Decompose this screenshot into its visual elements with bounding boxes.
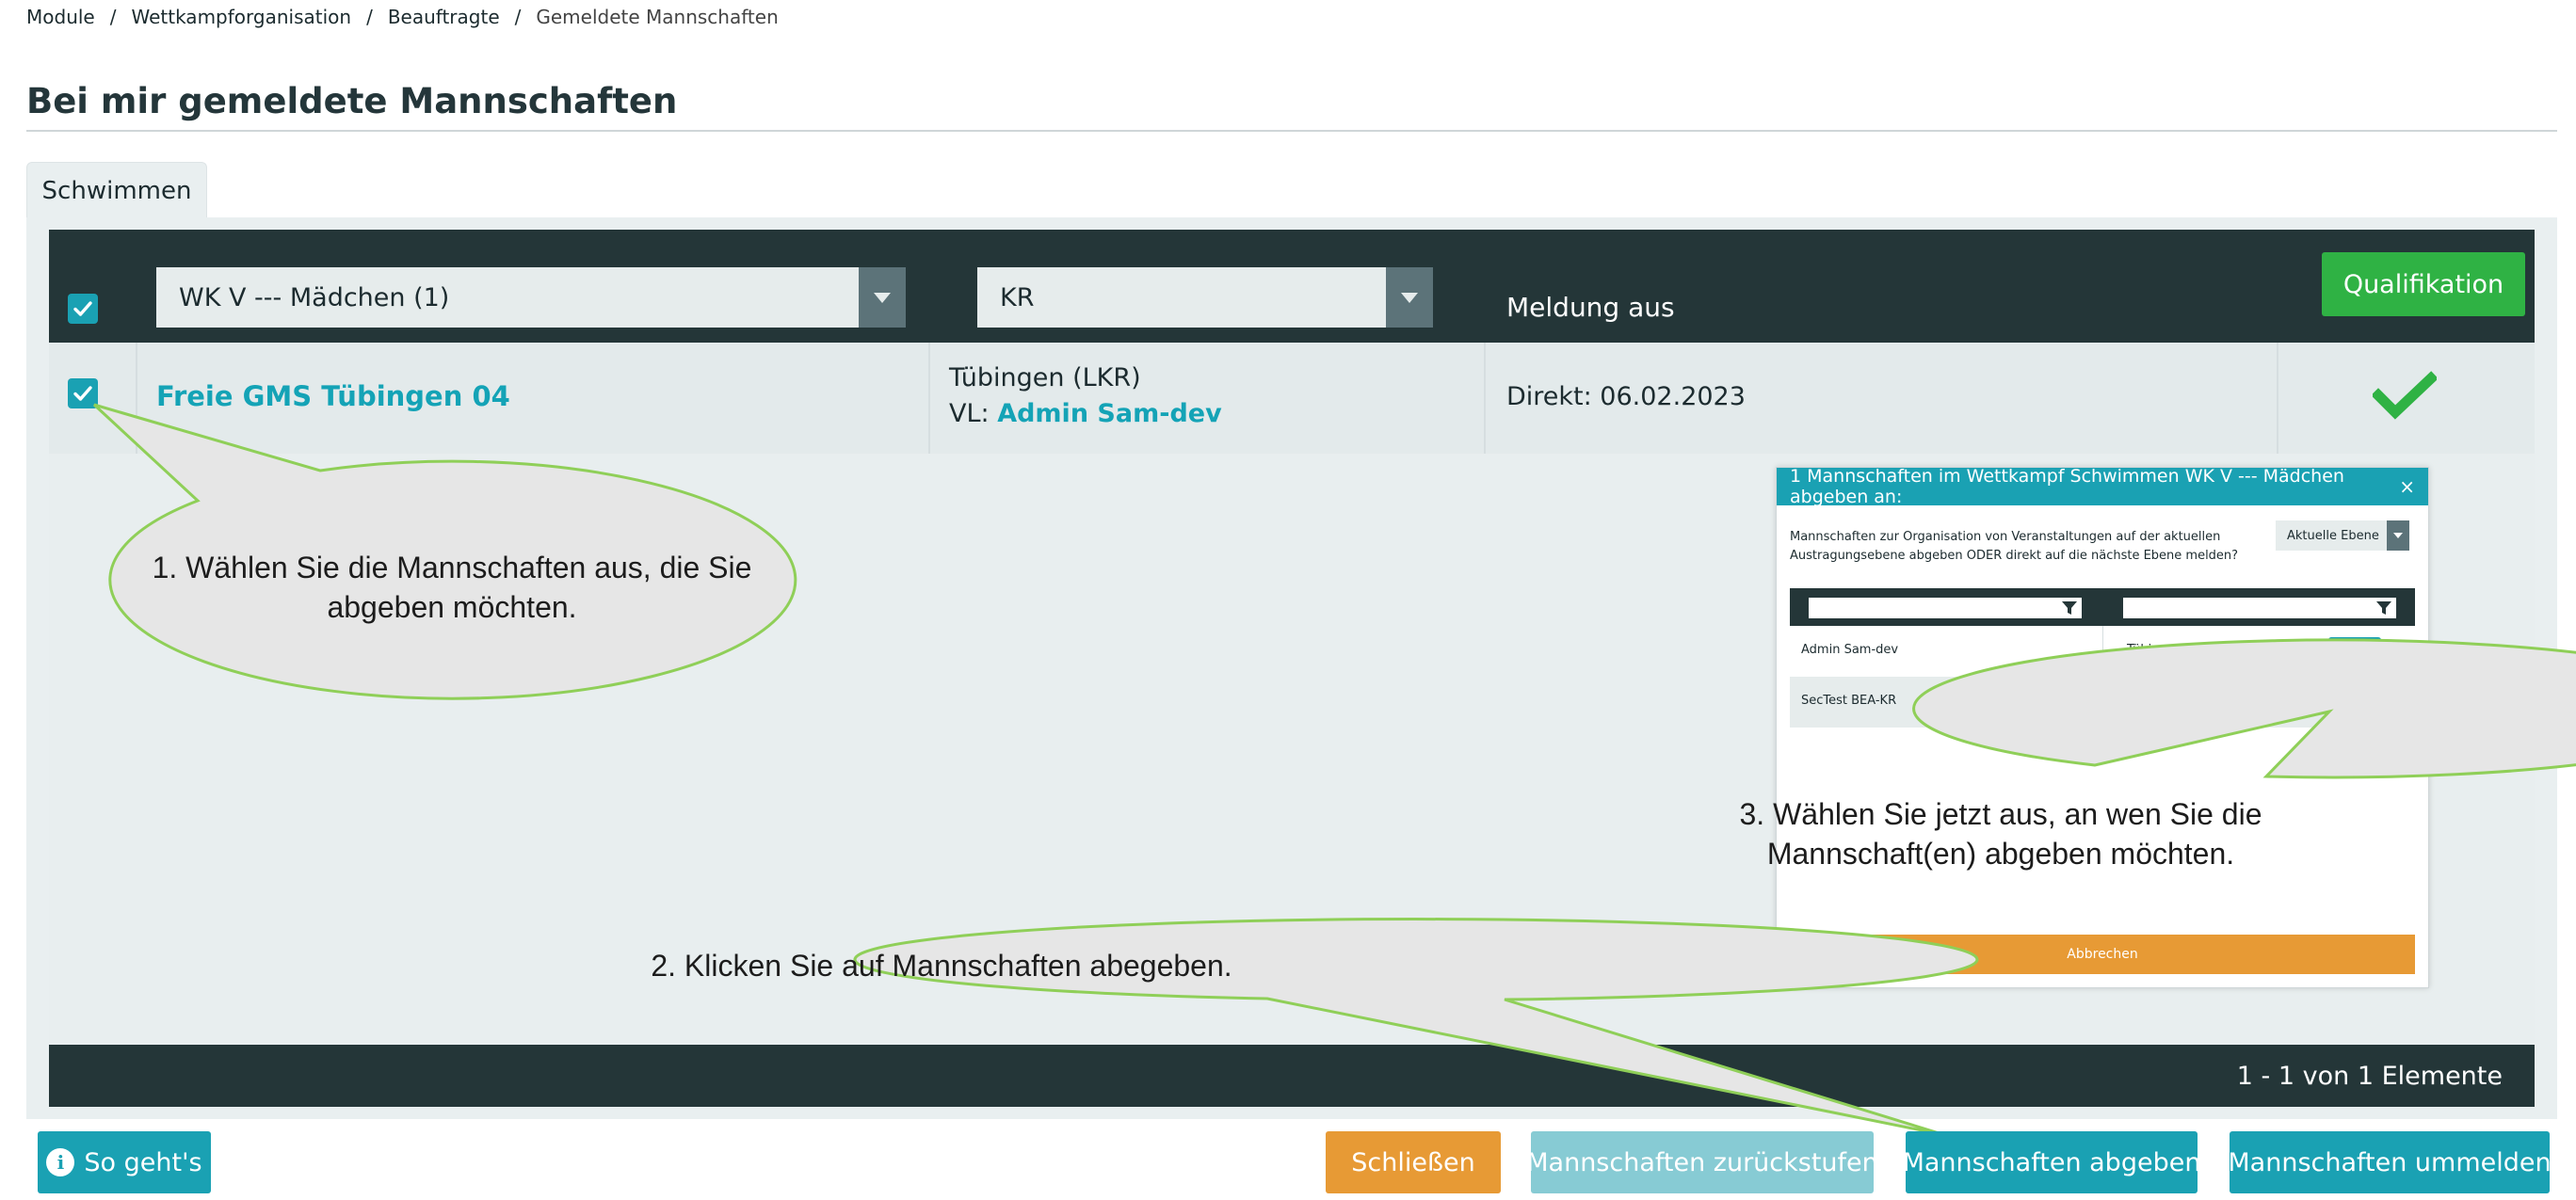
column-divider (136, 343, 137, 454)
dialog-filter-input[interactable] (1809, 598, 2082, 618)
callout-step1: 1. Wählen Sie die Mannschaften aus, die … (104, 548, 800, 627)
callout-step3: 3. Wählen Sie jetzt aus, an wen Sie die … (1582, 794, 2420, 873)
select-all-checkbox[interactable] (68, 294, 98, 324)
reregister-teams-button[interactable]: Mannschaften ummelden (2228, 1131, 2552, 1193)
check-icon (2347, 696, 2362, 707)
downgrade-teams-button[interactable]: Mannschaften zurückstufen (1526, 1131, 1878, 1193)
competition-filter-select[interactable]: WK V --- Mädchen (1) (156, 267, 906, 328)
qualification-button[interactable]: Qualifikation (2322, 252, 2525, 316)
dialog-row-region: Tübingen (LKR) (2127, 643, 2220, 657)
check-icon (73, 386, 92, 401)
row-checkbox[interactable] (68, 378, 98, 408)
dialog-row: SecTest BEA-KR Stuttgart (Stadt) (1790, 677, 2415, 728)
dialog-row-toggle[interactable] (2328, 637, 2381, 664)
callout-step1-line1: 1. Wählen Sie die Mannschaften aus, die … (152, 551, 752, 584)
dialog-title: 1 Mannschaften im Wettkampf Schwimmen WK… (1777, 466, 2428, 507)
dialog-row-name: Admin Sam-dev (1801, 643, 1899, 657)
column-divider (1484, 343, 1486, 454)
checkmark-icon (2373, 371, 2437, 420)
dialog-level-value: Aktuelle Ebene (2287, 528, 2379, 543)
breadcrumb-separator: / (514, 6, 522, 28)
handover-dialog-screenshot: 1 Mannschaften im Wettkampf Schwimmen WK… (1776, 466, 2429, 988)
dialog-row-toggle[interactable] (2328, 688, 2381, 714)
vl-link[interactable]: Admin Sam-dev (997, 399, 1221, 428)
chevron-down-icon[interactable] (859, 267, 906, 328)
breadcrumb-wettkampforganisation[interactable]: Wettkampforganisation (131, 6, 351, 28)
page-title: Bei mir gemeldete Mannschaften (26, 81, 678, 121)
dialog-row: Admin Sam-dev Tübingen (LKR) (1790, 626, 2415, 677)
dialog-row-name: SecTest BEA-KR (1801, 694, 1897, 708)
column-divider (2102, 626, 2103, 677)
title-divider (26, 130, 2557, 132)
callout-step1-line2: abgeben möchten. (327, 590, 577, 624)
dialog-row-region: Stuttgart (Stadt) (2127, 694, 2229, 708)
breadcrumb-separator: / (109, 6, 117, 28)
check-icon (2347, 645, 2362, 656)
meldung-value: Direkt: 06.02.2023 (1506, 382, 1746, 411)
tab-schwimmen[interactable]: Schwimmen (26, 162, 207, 218)
callout-step2: 2. Klicken Sie auf Mannschaften abegeben… (651, 949, 1232, 983)
team-region: Tübingen (LKR) (949, 363, 1141, 392)
callout-step3-line1: 3. Wählen Sie jetzt aus, an wen Sie die (1739, 797, 2262, 831)
close-icon[interactable]: × (2399, 475, 2415, 498)
column-divider (2277, 343, 2278, 454)
filter-icon[interactable] (2061, 600, 2078, 616)
team-vl: VL: Admin Sam-dev (949, 399, 1222, 428)
column-divider (2102, 677, 2103, 728)
info-icon: i (46, 1148, 75, 1176)
dialog-cancel-button[interactable]: Abbrechen (1790, 935, 2415, 974)
callout-step3-line2: Mannschaft(en) abgeben möchten. (1766, 837, 2235, 871)
level-filter-select[interactable]: KR (977, 267, 1433, 328)
close-button[interactable]: Schließen (1326, 1131, 1501, 1193)
help-button-label: So geht's (84, 1147, 202, 1177)
grid-pager: 1 - 1 von 1 Elemente (49, 1045, 2535, 1107)
submit-teams-button[interactable]: Mannschaften abgeben (1903, 1131, 2200, 1193)
column-divider (928, 343, 930, 454)
breadcrumb-module[interactable]: Module (26, 6, 95, 28)
team-link[interactable]: Freie GMS Tübingen 04 (156, 380, 510, 412)
filter-icon[interactable] (2375, 600, 2392, 616)
check-icon (73, 301, 92, 316)
chevron-down-icon[interactable] (2387, 520, 2409, 551)
pager-text: 1 - 1 von 1 Elemente (2236, 1061, 2503, 1091)
dialog-filter-input[interactable] (2123, 598, 2396, 618)
competition-filter-value: WK V --- Mädchen (1) (179, 282, 450, 312)
vl-prefix: VL: (949, 399, 998, 428)
column-header-meldung: Meldung aus (1506, 292, 1675, 323)
dialog-grid-header (1790, 588, 2415, 626)
dialog-title-text: 1 Mannschaften im Wettkampf Schwimmen WK… (1790, 466, 2344, 507)
level-filter-value: KR (1000, 282, 1035, 312)
breadcrumb-separator: / (366, 6, 373, 28)
breadcrumb-beauftragte[interactable]: Beauftragte (388, 6, 500, 28)
breadcrumb: Module / Wettkampforganisation / Beauftr… (26, 6, 779, 28)
breadcrumb-current: Gemeldete Mannschaften (536, 6, 779, 28)
help-button[interactable]: i So geht's (38, 1131, 211, 1193)
dialog-level-select[interactable]: Aktuelle Ebene (2276, 520, 2409, 551)
dialog-description: Mannschaften zur Organisation von Verans… (1790, 530, 2239, 563)
chevron-down-icon[interactable] (1386, 267, 1433, 328)
